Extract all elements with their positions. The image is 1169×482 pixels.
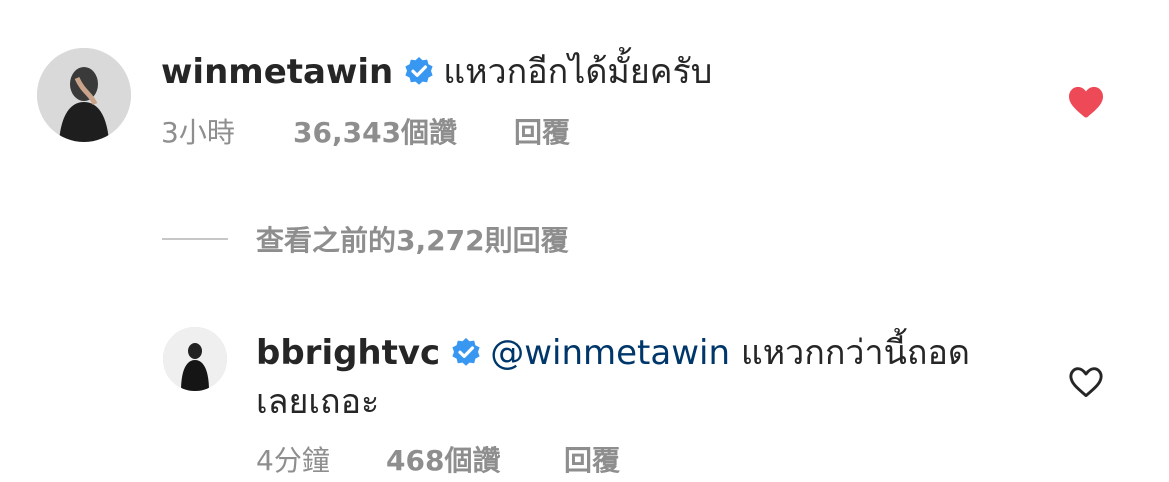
comment-meta: 3小時 36,343個讚 回覆: [161, 115, 570, 151]
reply-username[interactable]: bbrightvc: [256, 333, 440, 373]
comment-reply-button[interactable]: 回覆: [514, 115, 570, 151]
view-replies-label: 查看之前的3,272則回覆: [256, 224, 569, 257]
reply-likes-count[interactable]: 468個讚: [386, 443, 564, 479]
reply-mention-link[interactable]: @winmetawin: [490, 333, 730, 373]
reply-body-line1: bbrightvc @winmetawin แหวกกว่านี้ถอด: [256, 331, 970, 375]
avatar-winmetawin[interactable]: [37, 48, 131, 142]
comment-likes-count[interactable]: 36,343個讚: [293, 115, 514, 151]
reply-body-line2: เลยเถอะ: [256, 380, 379, 424]
avatar-bbrightvc[interactable]: [163, 327, 227, 391]
reply-meta: 4分鐘 468個讚 回覆: [256, 443, 620, 479]
comment-body: winmetawin แหวกอีกได้มั้ยครับ: [161, 50, 712, 94]
heart-outline-icon: [1069, 367, 1103, 398]
reply-reply-button[interactable]: 回覆: [564, 443, 620, 479]
reply-text-line1: แหวกกว่านี้ถอด: [740, 333, 970, 373]
verified-badge-icon: [403, 56, 435, 88]
view-previous-replies-button[interactable]: 查看之前的3,272則回覆: [162, 219, 569, 259]
profile-photo-icon: [163, 327, 227, 391]
comment-time: 3小時: [161, 116, 235, 149]
comment-like-button[interactable]: [1067, 85, 1105, 119]
reply-text-line2: เลยเถอะ: [256, 382, 380, 422]
comment-text: แหวกอีกได้มั้ยครับ: [443, 52, 713, 92]
profile-photo-icon: [37, 48, 131, 142]
verified-badge-icon: [450, 337, 482, 369]
reply-like-button[interactable]: [1067, 365, 1105, 399]
heart-filled-icon: [1069, 86, 1103, 118]
replies-divider: [162, 238, 228, 240]
comment-username[interactable]: winmetawin: [161, 52, 393, 92]
reply-time: 4分鐘: [256, 444, 330, 477]
